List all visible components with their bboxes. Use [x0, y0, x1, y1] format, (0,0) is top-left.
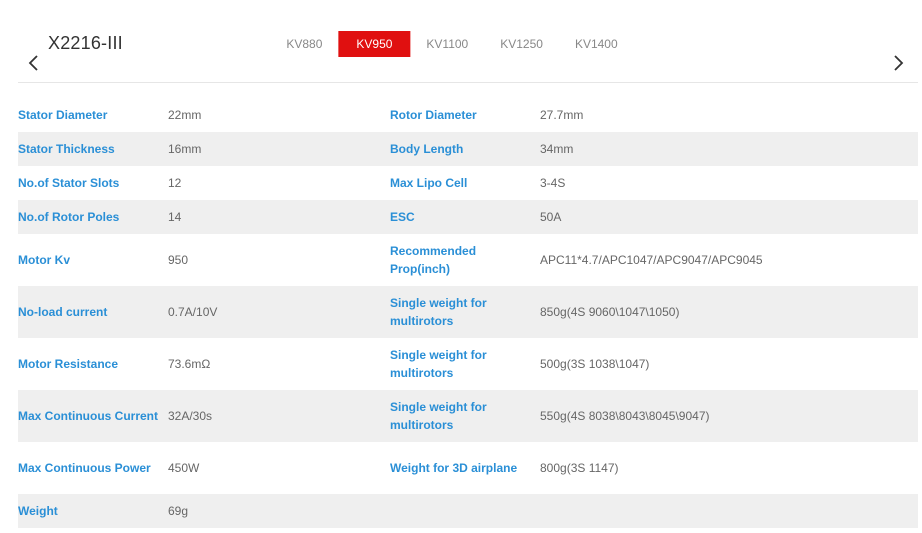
table-row: No-load current 0.7A/10V Single weight f…: [18, 286, 918, 338]
spec-label: Weight: [18, 504, 58, 518]
spec-label: Max Continuous Current: [18, 409, 158, 423]
spec-value: 73.6mΩ: [168, 357, 211, 371]
spec-label: Stator Thickness: [18, 142, 115, 156]
spec-value: 16mm: [168, 142, 202, 156]
spec-label: Recommended Prop(inch): [390, 244, 477, 276]
spec-label: Single weight for multirotors: [390, 400, 487, 432]
spec-label: Motor Resistance: [18, 357, 119, 371]
chevron-right-icon: [894, 55, 904, 71]
table-row: Stator Diameter 22mm Rotor Diameter 27.7…: [18, 98, 918, 132]
table-row: Stator Thickness 16mm Body Length 34mm: [18, 132, 918, 166]
table-row: Max Continuous Current 32A/30s Single we…: [18, 390, 918, 442]
spec-label: ESC: [390, 210, 415, 224]
tab-kv950[interactable]: KV950: [338, 31, 411, 57]
spec-value: 0.7A/10V: [168, 305, 218, 319]
tab-kv1100[interactable]: KV1100: [410, 31, 484, 57]
table-row: Max Continuous Power 450W Weight for 3D …: [18, 442, 918, 494]
table-row: Motor Kv 950 Recommended Prop(inch) APC1…: [18, 234, 918, 286]
spec-label: Weight for 3D airplane: [390, 461, 518, 475]
spec-label: Max Lipo Cell: [390, 176, 468, 190]
spec-label: Body Length: [390, 142, 464, 156]
spec-label: No-load current: [18, 305, 108, 319]
spec-value: 950: [168, 253, 189, 267]
table-row: Motor Resistance 73.6mΩ Single weight fo…: [18, 338, 918, 390]
table-row: No.of Rotor Poles 14 ESC 50A: [18, 200, 918, 234]
spec-value: 27.7mm: [540, 108, 584, 122]
spec-value: 800g(3S 1147): [540, 461, 619, 475]
spec-label: Single weight for multirotors: [390, 348, 487, 380]
spec-label: Rotor Diameter: [390, 108, 477, 122]
spec-value: 50A: [540, 210, 562, 224]
kv-tabs: KV880 KV950 KV1100 KV1250 KV1400: [270, 31, 633, 57]
spec-label: Stator Diameter: [18, 108, 108, 122]
spec-value: 12: [168, 176, 182, 190]
spec-value: 34mm: [540, 142, 574, 156]
spec-value: 850g(4S 9060\1047\1050): [540, 305, 680, 319]
product-header: X2216-III KV880 KV950 KV1100 KV1250 KV14…: [18, 0, 918, 83]
table-row: No.of Stator Slots 12 Max Lipo Cell 3-4S: [18, 166, 918, 200]
spec-value: 450W: [168, 461, 200, 475]
next-button[interactable]: [891, 52, 907, 74]
spec-value: 550g(4S 8038\8043\8045\9047): [540, 409, 710, 423]
tab-kv1250[interactable]: KV1250: [484, 31, 559, 57]
spec-label: No.of Rotor Poles: [18, 210, 120, 224]
spec-value: 14: [168, 210, 182, 224]
table-row: Weight 69g: [18, 494, 918, 528]
tab-kv1400[interactable]: KV1400: [559, 31, 634, 57]
spec-value: 32A/30s: [168, 409, 213, 423]
spec-value: 69g: [168, 504, 189, 518]
tab-kv880[interactable]: KV880: [270, 31, 338, 57]
spec-table: Stator Diameter 22mm Rotor Diameter 27.7…: [18, 98, 918, 528]
chevron-left-icon: [28, 55, 38, 71]
spec-label: No.of Stator Slots: [18, 176, 120, 190]
spec-value: APC11*4.7/APC1047/APC9047/APC9045: [540, 253, 763, 267]
spec-label: Single weight for multirotors: [390, 296, 487, 328]
spec-label: Max Continuous Power: [18, 461, 151, 475]
spec-value: 22mm: [168, 108, 202, 122]
spec-value: 500g(3S 1038\1047): [540, 357, 650, 371]
spec-value: 3-4S: [540, 176, 566, 190]
prev-button[interactable]: [25, 52, 41, 74]
spec-label: Motor Kv: [18, 253, 70, 267]
model-title: X2216-III: [48, 33, 123, 53]
